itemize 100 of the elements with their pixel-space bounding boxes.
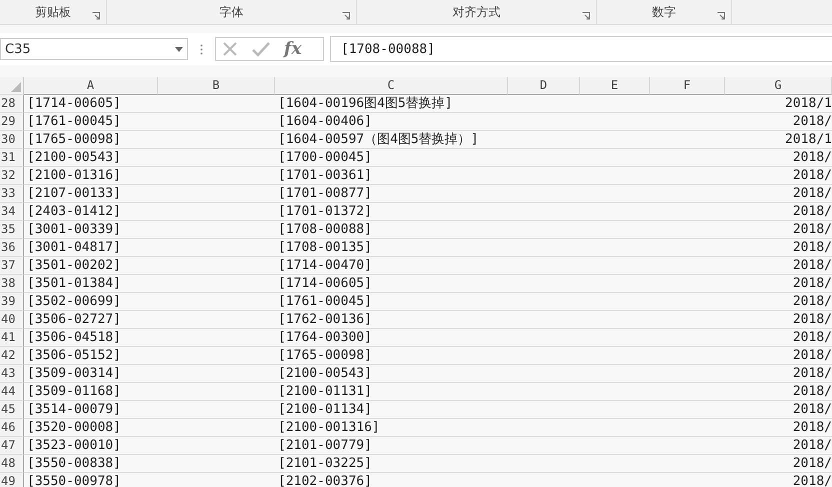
table-cell: [1701-00877] bbox=[275, 185, 508, 203]
row-number[interactable]: 39 bbox=[0, 293, 24, 311]
table-cell: 2018/ bbox=[725, 365, 832, 383]
table-cell: [2403-01412] bbox=[24, 203, 158, 221]
table-cell: [2101-03225] bbox=[275, 455, 508, 473]
row-number[interactable]: 32 bbox=[0, 167, 24, 185]
table-cell: [3550-00838] bbox=[24, 455, 158, 473]
table-cell: [3523-00010] bbox=[24, 437, 158, 455]
row-number[interactable]: 37 bbox=[0, 257, 24, 275]
row-number[interactable]: 30 bbox=[0, 131, 24, 149]
table-cell: [3506-02727] bbox=[24, 311, 158, 329]
column-header[interactable]: C bbox=[275, 77, 508, 95]
check-icon[interactable] bbox=[252, 41, 270, 57]
table-cell: 2018/ bbox=[725, 311, 832, 329]
row-number[interactable]: 28 bbox=[0, 95, 24, 113]
row-number[interactable]: 47 bbox=[0, 437, 24, 455]
table-cell: 2018/ bbox=[725, 383, 832, 401]
table-cell: 2018/1 bbox=[725, 131, 832, 149]
table-cell: 2018/ bbox=[725, 257, 832, 275]
table-cell: [2100-01316] bbox=[24, 167, 158, 185]
table-cell: [1765-00098] bbox=[24, 131, 158, 149]
table-cell: [3514-00079] bbox=[24, 401, 158, 419]
table-cell: [3550-00978] bbox=[24, 473, 158, 487]
dialog-launcher-icon[interactable] bbox=[342, 12, 350, 20]
insert-function-button[interactable]: fx bbox=[284, 39, 302, 59]
dialog-launcher-icon[interactable] bbox=[92, 12, 100, 20]
row-number[interactable]: 36 bbox=[0, 239, 24, 257]
table-cell: 2018/ bbox=[725, 221, 832, 239]
table-cell: [1762-00136] bbox=[275, 311, 508, 329]
table-cell: 2018/ bbox=[725, 239, 832, 257]
ribbon-group-label: 剪贴板 bbox=[35, 4, 71, 20]
row-number[interactable]: 42 bbox=[0, 347, 24, 365]
table-cell: 2018/ bbox=[725, 113, 832, 131]
table-cell: [1761-00045] bbox=[24, 113, 158, 131]
table-cell: [3501-01384] bbox=[24, 275, 158, 293]
table-cell: [3001-04817] bbox=[24, 239, 158, 257]
table-cell: 2018/ bbox=[725, 167, 832, 185]
formula-field[interactable]: [1708-00088] bbox=[330, 36, 832, 62]
column-header[interactable]: D bbox=[508, 77, 580, 95]
column-header[interactable]: E bbox=[580, 77, 650, 95]
table-cell: [2100-01131] bbox=[275, 383, 508, 401]
table-cell: 2018/ bbox=[725, 455, 832, 473]
row-number[interactable]: 34 bbox=[0, 203, 24, 221]
table-cell: [1701-00361] bbox=[275, 167, 508, 185]
table-cell: [2100-00543] bbox=[24, 149, 158, 167]
table-cell: [3509-01168] bbox=[24, 383, 158, 401]
table-cell: [1701-01372] bbox=[275, 203, 508, 221]
table-cell: 2018/ bbox=[725, 419, 832, 437]
table-cell: 2018/ bbox=[725, 275, 832, 293]
table-cell: [1708-00135] bbox=[275, 239, 508, 257]
name-box[interactable]: C35 bbox=[0, 38, 188, 60]
row-number[interactable]: 31 bbox=[0, 149, 24, 167]
row-number[interactable]: 40 bbox=[0, 311, 24, 329]
row-number[interactable]: 29 bbox=[0, 113, 24, 131]
table-cell: [1714-00470] bbox=[275, 257, 508, 275]
dialog-launcher-icon[interactable] bbox=[582, 12, 590, 20]
row-number[interactable]: 33 bbox=[0, 185, 24, 203]
table-cell: [3509-00314] bbox=[24, 365, 158, 383]
table-cell: [1700-00045] bbox=[275, 149, 508, 167]
table-cell: [3502-00699] bbox=[24, 293, 158, 311]
row-number[interactable]: 41 bbox=[0, 329, 24, 347]
table-cell: [1761-00045] bbox=[275, 293, 508, 311]
table-cell: [2100-01134] bbox=[275, 401, 508, 419]
table-cell: 2018/ bbox=[725, 401, 832, 419]
table-cell: 2018/1 bbox=[725, 95, 832, 113]
table-cell: 2018/ bbox=[725, 347, 832, 365]
ribbon-group-label: 数字 bbox=[652, 4, 676, 20]
ribbon-group-label: 字体 bbox=[220, 4, 244, 20]
table-cell: [3520-00008] bbox=[24, 419, 158, 437]
table-cell: [3501-00202] bbox=[24, 257, 158, 275]
row-number[interactable]: 46 bbox=[0, 419, 24, 437]
column-header[interactable]: G bbox=[725, 77, 832, 95]
table-cell: [3506-04518] bbox=[24, 329, 158, 347]
column-header[interactable]: B bbox=[158, 77, 275, 95]
row-number[interactable]: 35 bbox=[0, 221, 24, 239]
dropdown-caret-icon[interactable] bbox=[175, 46, 183, 52]
table-cell: 2018/ bbox=[725, 293, 832, 311]
table-cell: [2107-00133] bbox=[24, 185, 158, 203]
row-number[interactable]: 44 bbox=[0, 383, 24, 401]
table-cell: [1604-00196图4图5替换掉] bbox=[275, 95, 508, 113]
column-header[interactable]: A bbox=[24, 77, 158, 95]
table-cell: [2102-00376] bbox=[275, 473, 508, 487]
row-number[interactable]: 49 bbox=[0, 473, 24, 487]
table-cell: [1708-00088] bbox=[275, 221, 508, 239]
table-cell: 2018/ bbox=[725, 437, 832, 455]
table-cell: [1765-00098] bbox=[275, 347, 508, 365]
dialog-launcher-icon[interactable] bbox=[717, 12, 725, 20]
table-cell: [2100-00543] bbox=[275, 365, 508, 383]
row-number[interactable]: 38 bbox=[0, 275, 24, 293]
table-cell: 2018/ bbox=[725, 149, 832, 167]
table-cell: [3506-05152] bbox=[24, 347, 158, 365]
table-cell: [1604-00406] bbox=[275, 113, 508, 131]
row-number[interactable]: 45 bbox=[0, 401, 24, 419]
grip-dots-icon bbox=[200, 44, 203, 54]
column-header[interactable]: F bbox=[650, 77, 725, 95]
row-number[interactable]: 48 bbox=[0, 455, 24, 473]
table-cell: [2101-00779] bbox=[275, 437, 508, 455]
row-number[interactable]: 43 bbox=[0, 365, 24, 383]
table-cell: [2100-001316] bbox=[275, 419, 508, 437]
table-cell: [3001-00339] bbox=[24, 221, 158, 239]
